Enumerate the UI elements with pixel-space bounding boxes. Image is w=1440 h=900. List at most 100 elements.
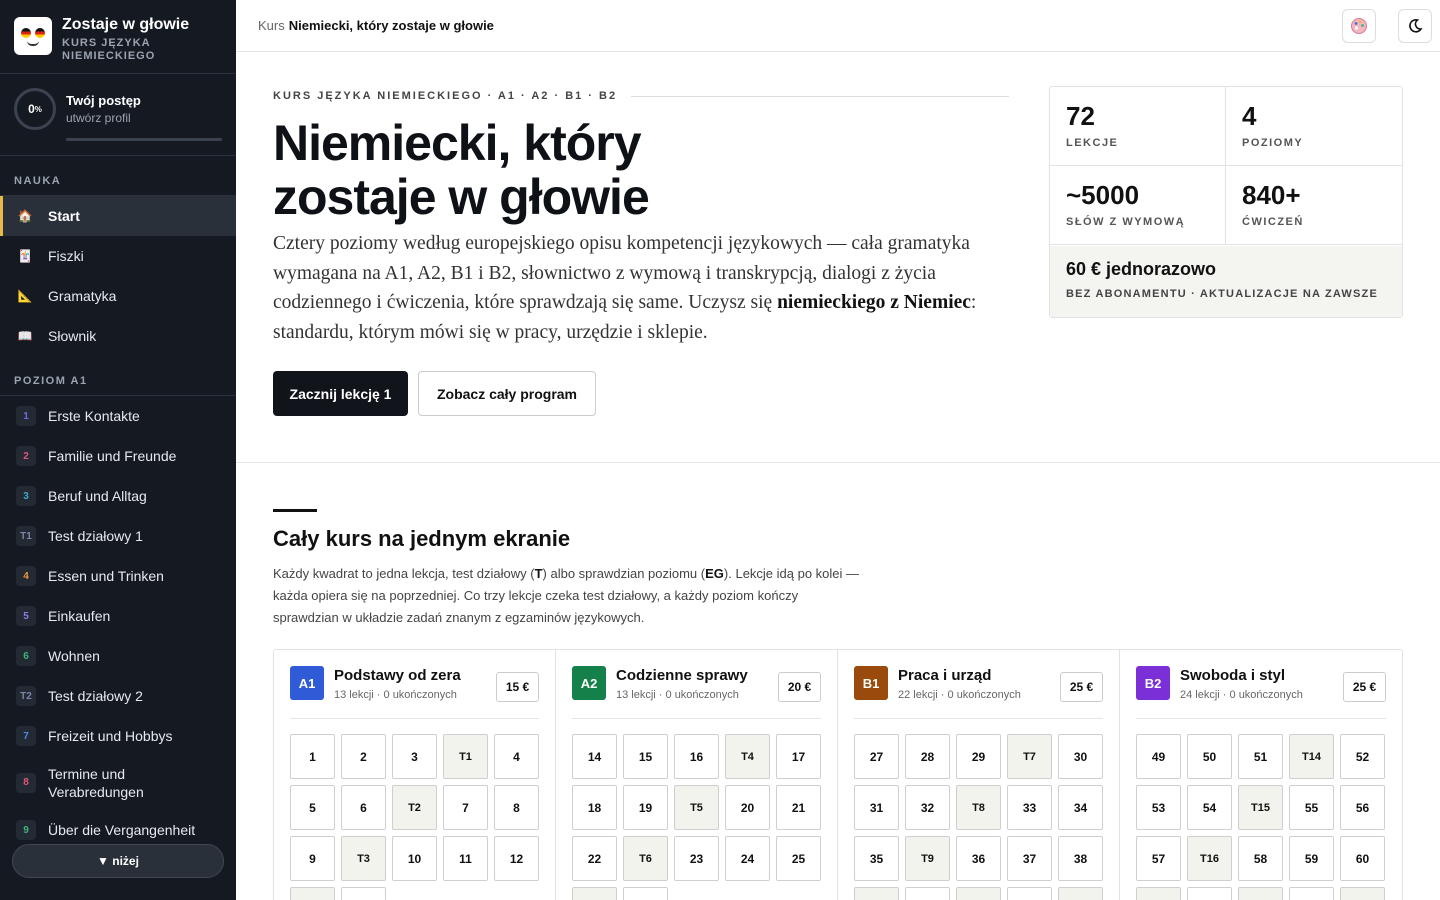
nav-lesson-item[interactable]: 7 Freizeit und Hobbys <box>0 716 236 756</box>
test-cell[interactable]: T9 <box>905 836 950 881</box>
lesson-cell[interactable]: 20 <box>725 785 770 830</box>
lesson-cell[interactable]: 1 <box>290 734 335 779</box>
test-cell[interactable]: T6 <box>623 836 668 881</box>
view-program-button[interactable]: Zobacz cały program <box>418 371 596 416</box>
lesson-cell[interactable]: 25 <box>776 836 821 881</box>
theme-button[interactable] <box>1342 9 1376 43</box>
level-price-button[interactable]: 15 € <box>496 672 539 702</box>
lesson-cell[interactable]: 15 <box>623 734 668 779</box>
lesson-cell[interactable]: 29 <box>956 734 1001 779</box>
nav-lesson-item[interactable]: 2 Familie und Freunde <box>0 436 236 476</box>
lesson-cell[interactable]: 2 <box>341 734 386 779</box>
lesson-cell[interactable] <box>905 887 950 900</box>
test-cell[interactable] <box>1340 887 1385 900</box>
lesson-cell[interactable]: 32 <box>905 785 950 830</box>
test-cell[interactable] <box>854 887 899 900</box>
lesson-cell[interactable]: 36 <box>956 836 1001 881</box>
lesson-cell[interactable]: 31 <box>854 785 899 830</box>
lesson-cell[interactable]: 4 <box>494 734 539 779</box>
lesson-cell[interactable]: 11 <box>443 836 488 881</box>
lesson-cell[interactable]: 16 <box>674 734 719 779</box>
test-cell[interactable] <box>956 887 1001 900</box>
brand[interactable]: Zostaje w głowie KURS JĘZYKA NIEMIECKIEG… <box>0 0 236 74</box>
lesson-cell[interactable]: 9 <box>290 836 335 881</box>
nav-item-fiszki[interactable]: 🃏 Fiszki <box>0 236 236 276</box>
lesson-cell[interactable]: 37 <box>1007 836 1052 881</box>
test-cell[interactable]: T14 <box>1289 734 1334 779</box>
lesson-cell[interactable]: 60 <box>1340 836 1385 881</box>
start-lesson-button[interactable]: Zacznij lekcję 1 <box>273 371 408 416</box>
lesson-cell[interactable]: 21 <box>776 785 821 830</box>
create-profile-link[interactable]: utwórz profil <box>66 111 141 125</box>
test-cell[interactable] <box>1058 887 1103 900</box>
nav-lesson-item[interactable]: T1 Test działowy 1 <box>0 516 236 556</box>
nav-item-słownik[interactable]: 📖 Słownik <box>0 316 236 356</box>
test-cell[interactable]: T15 <box>1238 785 1283 830</box>
lesson-cell[interactable]: 52 <box>1340 734 1385 779</box>
lesson-cell[interactable]: 49 <box>1136 734 1181 779</box>
lesson-cell[interactable]: 58 <box>1238 836 1283 881</box>
lesson-cell[interactable]: 27 <box>854 734 899 779</box>
test-cell[interactable]: T1 <box>443 734 488 779</box>
test-cell[interactable]: T2 <box>392 785 437 830</box>
nav-item-gramatyka[interactable]: 📐 Gramatyka <box>0 276 236 316</box>
test-cell[interactable]: T16 <box>1187 836 1232 881</box>
test-cell[interactable] <box>1238 887 1283 900</box>
lesson-cell[interactable]: 3 <box>392 734 437 779</box>
lesson-cell[interactable]: 30 <box>1058 734 1103 779</box>
lesson-cell[interactable]: 53 <box>1136 785 1181 830</box>
test-cell[interactable]: T4 <box>725 734 770 779</box>
test-cell[interactable] <box>290 887 335 900</box>
lesson-cell[interactable]: 17 <box>776 734 821 779</box>
nav-lesson-item[interactable]: 3 Beruf und Alltag <box>0 476 236 516</box>
level-price-button[interactable]: 25 € <box>1343 672 1386 702</box>
nav-lesson-item[interactable]: T2 Test działowy 2 <box>0 676 236 716</box>
nav-lesson-item[interactable]: 4 Essen und Trinken <box>0 556 236 596</box>
lesson-cell[interactable]: 8 <box>494 785 539 830</box>
test-cell[interactable] <box>1136 887 1181 900</box>
level-price-button[interactable]: 20 € <box>778 672 821 702</box>
nav-item-start[interactable]: 🏠 Start <box>0 196 236 236</box>
lesson-cell[interactable]: 51 <box>1238 734 1283 779</box>
nav-lesson-item[interactable]: 1 Erste Kontakte <box>0 396 236 436</box>
lesson-cell[interactable]: 56 <box>1340 785 1385 830</box>
test-cell[interactable]: T5 <box>674 785 719 830</box>
lesson-cell[interactable]: 24 <box>725 836 770 881</box>
test-cell[interactable]: T8 <box>956 785 1001 830</box>
nav-lesson-item[interactable]: 6 Wohnen <box>0 636 236 676</box>
test-cell[interactable]: T7 <box>1007 734 1052 779</box>
lesson-cell[interactable] <box>1187 887 1232 900</box>
lesson-cell[interactable]: 10 <box>392 836 437 881</box>
dark-mode-button[interactable] <box>1398 9 1432 43</box>
lesson-cell[interactable]: 23 <box>674 836 719 881</box>
progress-widget[interactable]: 0% Twój postęp utwórz profil <box>0 74 236 156</box>
nav-lesson-item[interactable]: 5 Einkaufen <box>0 596 236 636</box>
lesson-cell[interactable] <box>1289 887 1334 900</box>
lesson-cell[interactable]: 34 <box>1058 785 1103 830</box>
scroll-down-button[interactable]: ▼ niżej <box>12 844 224 878</box>
lesson-cell[interactable]: 38 <box>1058 836 1103 881</box>
test-cell[interactable] <box>572 887 617 900</box>
nav-lesson-item[interactable]: 8 Termine und Verabredungen <box>0 756 236 810</box>
lesson-cell[interactable]: 28 <box>905 734 950 779</box>
level-price-button[interactable]: 25 € <box>1060 672 1103 702</box>
lesson-cell[interactable]: 22 <box>572 836 617 881</box>
lesson-cell[interactable]: 55 <box>1289 785 1334 830</box>
breadcrumb-root[interactable]: Kurs <box>258 18 285 33</box>
lesson-cell[interactable]: 7 <box>443 785 488 830</box>
lesson-cell[interactable]: 12 <box>494 836 539 881</box>
lesson-cell[interactable]: 33 <box>1007 785 1052 830</box>
lesson-cell[interactable] <box>1007 887 1052 900</box>
lesson-cell[interactable]: 50 <box>1187 734 1232 779</box>
lesson-cell[interactable]: 6 <box>341 785 386 830</box>
test-cell[interactable]: T3 <box>341 836 386 881</box>
lesson-cell[interactable]: 35 <box>854 836 899 881</box>
lesson-cell[interactable]: 5 <box>290 785 335 830</box>
lesson-cell[interactable]: 18 <box>572 785 617 830</box>
lesson-cell[interactable]: 19 <box>623 785 668 830</box>
lesson-cell[interactable] <box>341 887 386 900</box>
lesson-cell[interactable]: 59 <box>1289 836 1334 881</box>
lesson-cell[interactable]: 54 <box>1187 785 1232 830</box>
lesson-cell[interactable]: 14 <box>572 734 617 779</box>
lesson-cell[interactable]: 57 <box>1136 836 1181 881</box>
